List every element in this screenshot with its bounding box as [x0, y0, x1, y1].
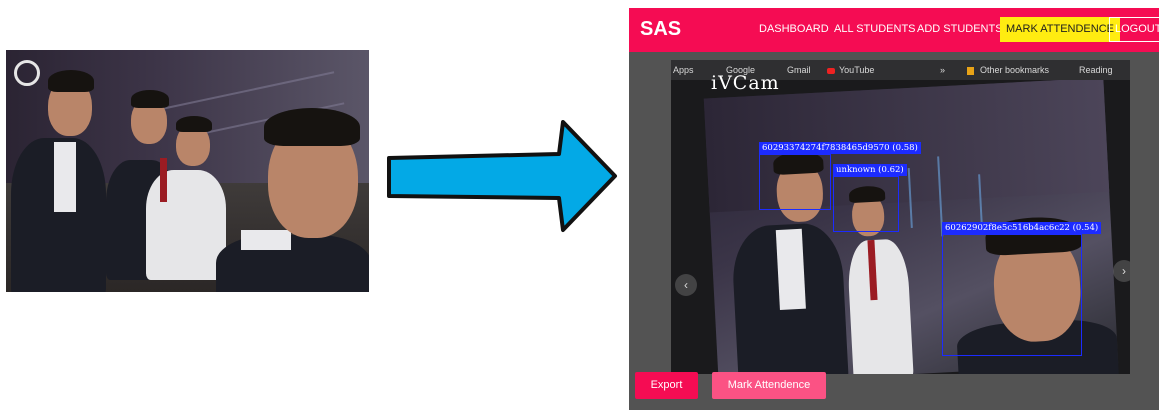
bookmarks-more-icon[interactable]: » — [940, 65, 945, 75]
carousel-next-icon[interactable]: › — [1113, 260, 1130, 282]
ivcam-watermark: iVCam — [711, 72, 780, 94]
camera-logo-icon — [14, 60, 40, 86]
mark-attendence-button[interactable]: Mark Attendence — [712, 372, 826, 399]
face-detection-label: 60293374274f7838465d9570 (0.58) — [759, 142, 921, 154]
app-window: SAS DASHBOARD ALL STUDENTS ADD STUDENTS … — [629, 8, 1159, 410]
nav-dashboard[interactable]: DASHBOARD — [759, 18, 829, 40]
nav-mark-attendence[interactable]: MARK ATTENDENCE — [1000, 17, 1120, 42]
carousel-prev-icon[interactable]: ‹ — [675, 274, 697, 296]
capture-frame: Apps Google Gmail YouTube » Other bookma… — [671, 60, 1130, 374]
input-photo — [6, 50, 369, 292]
nav-add-students[interactable]: ADD STUDENTS — [917, 18, 1003, 40]
brand-logo[interactable]: SAS — [640, 18, 681, 41]
bookmark-youtube[interactable]: YouTube — [827, 65, 874, 75]
face-detection-box — [833, 176, 899, 232]
face-detection-box — [759, 154, 831, 210]
face-detection-label: unknown (0.62) — [833, 164, 907, 176]
face-detection-label: 60262902f8e5c516b4ac6c22 (0.54) — [942, 222, 1102, 234]
bookmark-gmail[interactable]: Gmail — [787, 65, 811, 75]
nav-all-students[interactable]: ALL STUDENTS — [834, 18, 916, 40]
navbar: SAS DASHBOARD ALL STUDENTS ADD STUDENTS … — [629, 8, 1159, 52]
bookmark-youtube-label: YouTube — [839, 65, 875, 75]
face-detection-box — [942, 234, 1082, 356]
bookmark-other-label: Other bookmarks — [980, 65, 1050, 75]
bookmark-apps[interactable]: Apps — [673, 65, 694, 75]
bookmark-other[interactable]: Other bookmarks — [967, 65, 1049, 75]
arrow-right-icon — [387, 120, 617, 232]
nav-logout[interactable]: LOGOUT — [1109, 17, 1159, 42]
folder-icon — [967, 66, 974, 75]
export-button[interactable]: Export — [635, 372, 698, 399]
bookmark-reading[interactable]: Reading — [1079, 65, 1113, 75]
youtube-icon — [827, 67, 835, 74]
